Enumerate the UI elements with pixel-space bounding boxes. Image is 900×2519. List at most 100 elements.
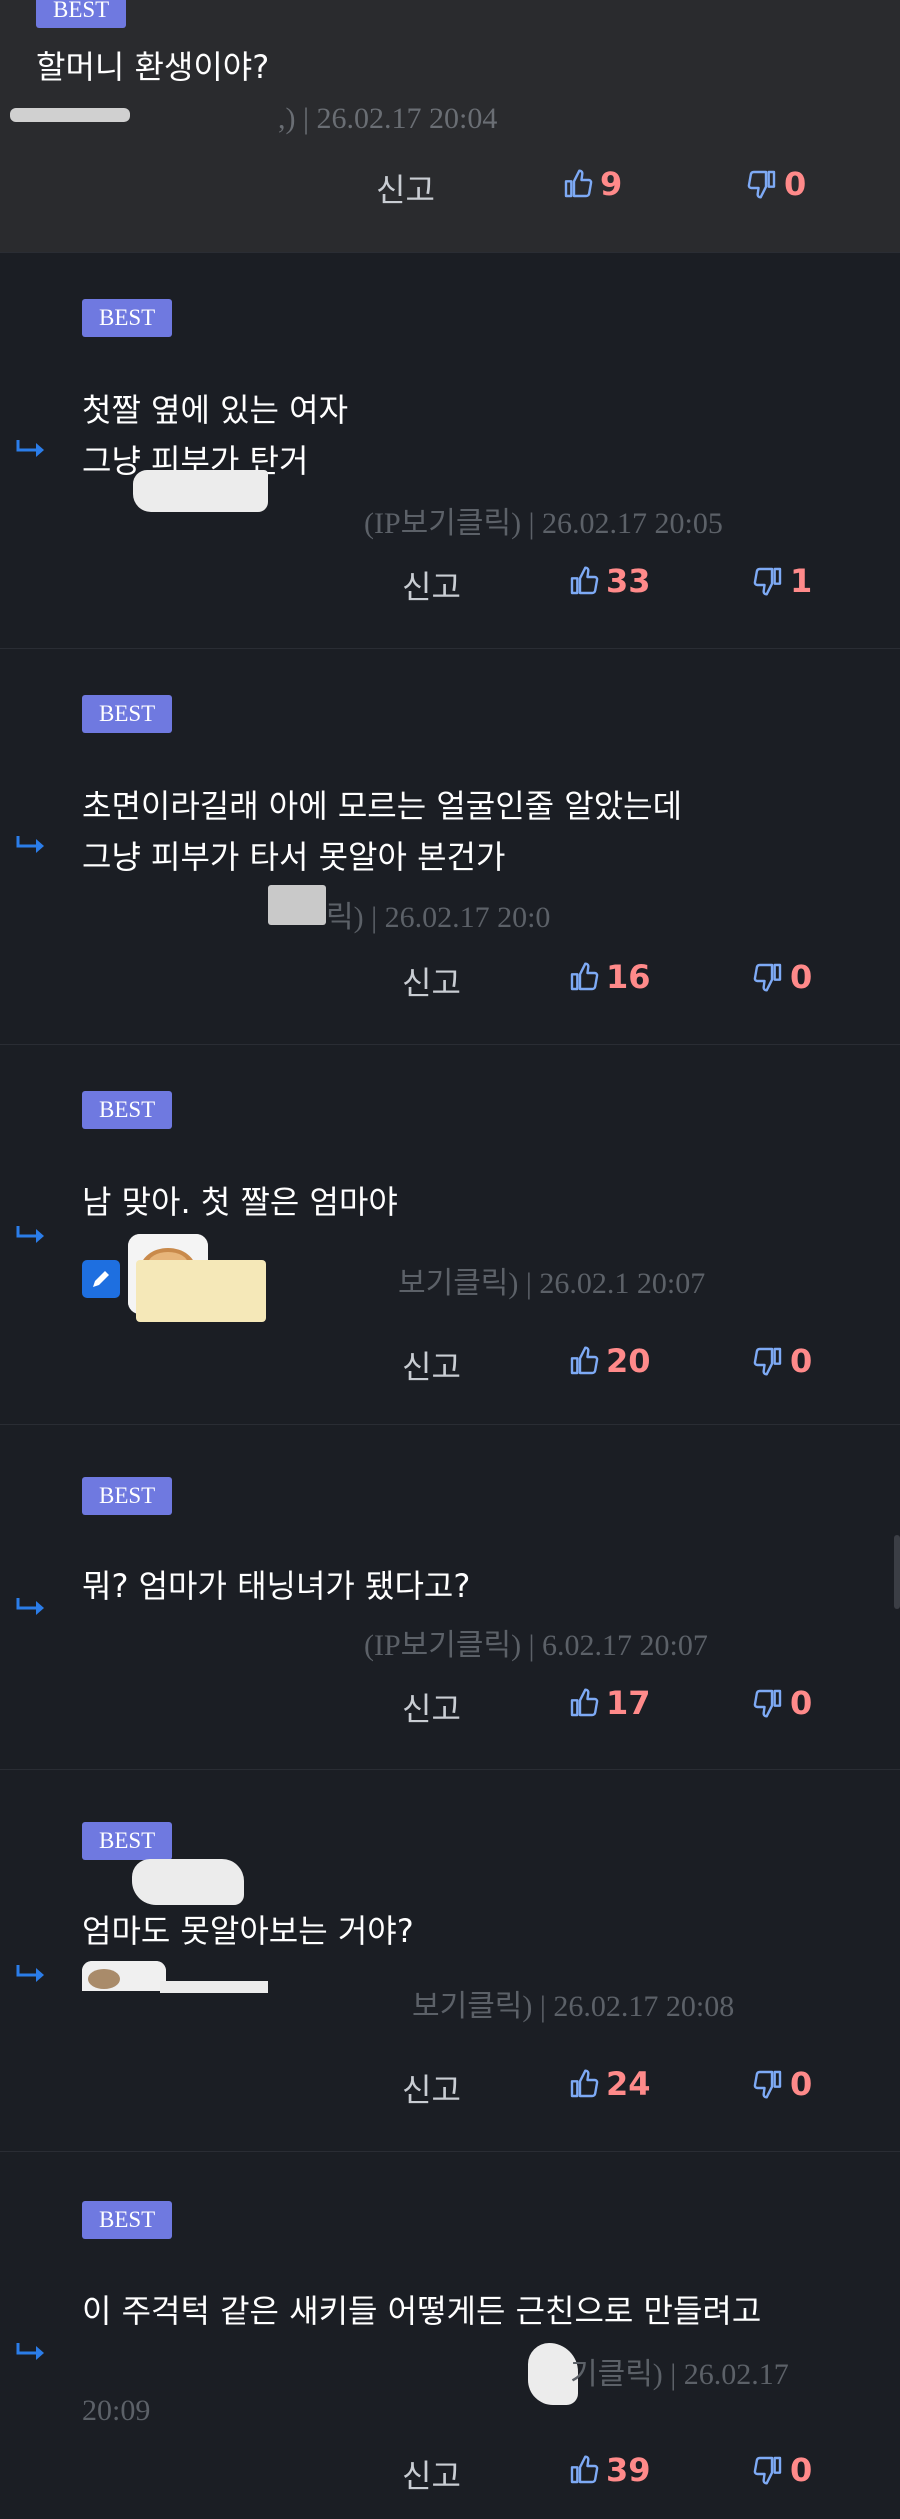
downvote-count: 0 xyxy=(790,958,813,996)
upvote-button[interactable]: 9 xyxy=(562,165,622,203)
reply-arrow-icon xyxy=(16,836,44,853)
comment-text: 엄마도 못알아보는 거야? xyxy=(82,1912,414,1950)
report-button[interactable]: 신고 xyxy=(402,2451,461,2497)
report-button[interactable]: 신고 xyxy=(402,1342,461,1388)
thumbs-up-icon xyxy=(564,169,593,198)
thumbs-down-icon xyxy=(753,1689,782,1718)
report-button[interactable]: 신고 xyxy=(402,2065,461,2111)
comment-text: 이 주걱턱 같은 새키들 어떻게든 근친으로 만들려고 xyxy=(82,2292,762,2330)
comment-text: 초면이라길래 아에 모르는 얼굴인줄 알았는데 xyxy=(82,787,683,825)
report-button[interactable]: 신고 xyxy=(376,165,435,211)
report-button[interactable]: 신고 xyxy=(402,562,461,608)
best-badge: BEST xyxy=(82,1822,173,1860)
downvote-button[interactable]: 0 xyxy=(752,2065,812,2103)
upvote-count: 24 xyxy=(606,2065,651,2103)
best-badge: BEST xyxy=(36,0,127,28)
downvote-button[interactable]: 0 xyxy=(752,1684,812,1722)
report-label: 신고 xyxy=(376,171,435,209)
thumbs-up-icon xyxy=(570,2455,599,2484)
comment-item: BEST 남 맞아. 첫 짤은 엄마야 보기클릭) | 26.02.1 20:0… xyxy=(0,1044,900,1425)
downvote-count: 0 xyxy=(790,1684,813,1722)
comment-item: BEST 뭐? 엄마가 태닝녀가 됐다고? (IP보기클릭) | 6.02.17… xyxy=(0,1424,900,1770)
downvote-count: 1 xyxy=(790,562,813,600)
thumbs-up-icon xyxy=(570,566,599,595)
thumbs-down-icon xyxy=(753,2456,782,2485)
thumbs-up-icon xyxy=(570,2069,599,2098)
comment-item: BEST 첫짤 옆에 있는 여자 그냥 피부가 탄거 (IP보기클릭) | 26… xyxy=(0,252,900,649)
thumbs-up-icon xyxy=(570,962,599,991)
downvote-button[interactable]: 0 xyxy=(752,1342,812,1380)
comment-text: 뭐? 엄마가 태닝녀가 됐다고? xyxy=(82,1567,471,1605)
upvote-count: 33 xyxy=(606,562,651,600)
upvote-button[interactable]: 39 xyxy=(568,2451,651,2489)
report-button[interactable]: 신고 xyxy=(402,1684,461,1730)
comment-meta: (IP보기클릭) | 6.02.17 20:07 xyxy=(364,1629,708,1662)
comment-meta-time: 20:09 xyxy=(82,2394,151,2427)
redacted-author xyxy=(136,1260,266,1322)
comment-text: 그냥 피부가 타서 못알아 본건가 xyxy=(82,838,506,876)
downvote-button[interactable]: 0 xyxy=(752,958,812,996)
comment-meta: ,) | 26.02.17 20:04 xyxy=(278,102,498,135)
thumbs-down-icon xyxy=(753,963,782,992)
redacted-author xyxy=(132,1859,244,1905)
upvote-count: 39 xyxy=(606,2451,651,2489)
comment-meta: 릭) | 26.02.17 20:0 xyxy=(326,901,551,934)
scrollbar-thumb[interactable] xyxy=(894,1535,900,1609)
report-label: 신고 xyxy=(402,1348,461,1386)
comment-item: BEST 할머니 환생이야? ,) | 26.02.17 20:04 신고 9 … xyxy=(0,0,900,253)
thumbs-up-icon xyxy=(570,1688,599,1717)
report-button[interactable]: 신고 xyxy=(402,958,461,1004)
downvote-count: 0 xyxy=(790,2065,813,2103)
best-badge: BEST xyxy=(82,695,173,733)
upvote-button[interactable]: 17 xyxy=(568,1684,651,1722)
report-label: 신고 xyxy=(402,2457,461,2495)
thumbs-down-icon xyxy=(753,567,782,596)
comment-meta: (IP보기클릭) | 26.02.17 20:05 xyxy=(364,507,723,540)
reply-arrow-icon xyxy=(16,1965,44,1982)
comment-text: 할머니 환생이야? xyxy=(36,48,270,86)
report-label: 신고 xyxy=(402,568,461,606)
comment-meta: 보기클릭) | 26.02.1 20:07 xyxy=(398,1267,706,1300)
thumbs-up-icon xyxy=(570,1346,599,1375)
upvote-button[interactable]: 24 xyxy=(568,2065,651,2103)
report-label: 신고 xyxy=(402,1690,461,1728)
best-badge: BEST xyxy=(82,1477,173,1515)
comment-item: BEST 이 주걱턱 같은 새키들 어떻게든 근친으로 만들려고 기클릭) | … xyxy=(0,2151,900,2519)
reply-arrow-icon xyxy=(16,2343,44,2360)
thumbs-down-icon xyxy=(753,2070,782,2099)
comment-meta: 기클릭) | 26.02.17 xyxy=(570,2358,789,2391)
upvote-count: 20 xyxy=(606,1342,651,1380)
thumbs-down-icon xyxy=(753,1347,782,1376)
downvote-count: 0 xyxy=(790,2451,813,2489)
reply-arrow-icon xyxy=(16,1598,44,1615)
pencil-icon xyxy=(82,1260,120,1298)
downvote-button[interactable]: 1 xyxy=(752,562,812,600)
redacted-author xyxy=(268,885,326,925)
reply-arrow-icon xyxy=(16,440,44,457)
author-avatar xyxy=(82,1961,166,1991)
downvote-count: 0 xyxy=(784,165,807,203)
downvote-button[interactable]: 0 xyxy=(746,165,806,203)
comment-item: BEST 엄마도 못알아보는 거야? 보기클릭) | 26.02.17 20:0… xyxy=(0,1769,900,2152)
redacted-author xyxy=(160,1981,268,1993)
report-label: 신고 xyxy=(402,964,461,1002)
reply-arrow-icon xyxy=(16,1226,44,1243)
downvote-button[interactable]: 0 xyxy=(752,2451,812,2489)
upvote-button[interactable]: 16 xyxy=(568,958,651,996)
comment-text: 남 맞아. 첫 짤은 엄마야 xyxy=(82,1183,398,1221)
thumbs-down-icon xyxy=(747,170,776,199)
redacted-author xyxy=(133,470,268,512)
upvote-button[interactable]: 20 xyxy=(568,1342,651,1380)
report-label: 신고 xyxy=(402,2071,461,2109)
best-badge: BEST xyxy=(82,2201,173,2239)
best-badge: BEST xyxy=(82,299,173,337)
upvote-button[interactable]: 33 xyxy=(568,562,651,600)
comment-text: 첫짤 옆에 있는 여자 xyxy=(82,391,349,429)
upvote-count: 17 xyxy=(606,1684,651,1722)
redacted-author xyxy=(10,108,130,122)
comment-item: BEST 초면이라길래 아에 모르는 얼굴인줄 알았는데 그냥 피부가 타서 못… xyxy=(0,648,900,1045)
upvote-count: 9 xyxy=(600,165,623,203)
upvote-count: 16 xyxy=(606,958,651,996)
comment-meta: 보기클릭) | 26.02.17 20:08 xyxy=(412,1990,735,2023)
downvote-count: 0 xyxy=(790,1342,813,1380)
